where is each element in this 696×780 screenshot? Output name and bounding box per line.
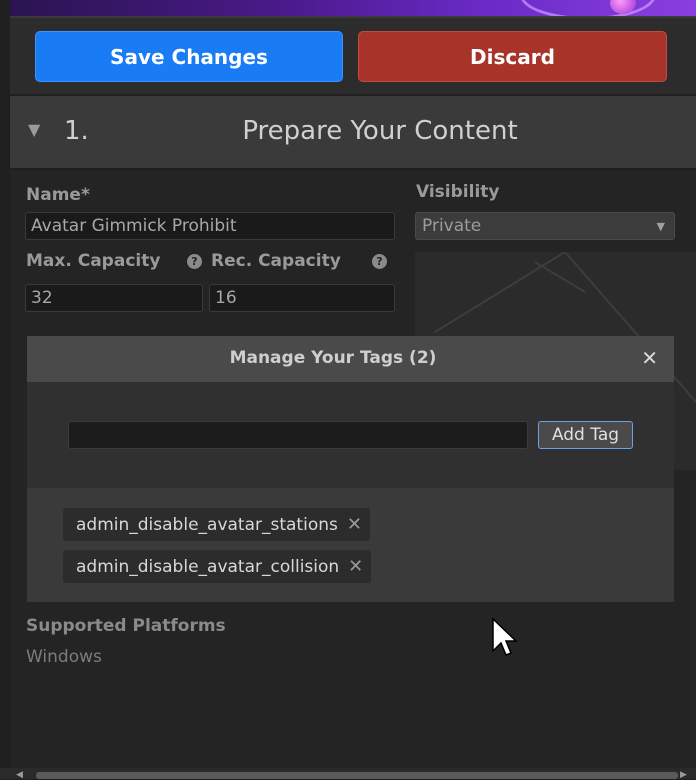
section-number: 1.	[64, 116, 89, 146]
section-title: Prepare Your Content	[242, 116, 518, 146]
remove-tag-icon[interactable]: ✕	[347, 514, 362, 535]
tag-input[interactable]	[68, 421, 528, 449]
triangle-down-icon[interactable]: ▼	[28, 120, 40, 139]
world-banner-image	[10, 0, 696, 18]
close-icon[interactable]: ✕	[641, 346, 658, 370]
tag-label: admin_disable_avatar_stations	[76, 514, 338, 535]
section-header[interactable]: ▼ 1. Prepare Your Content	[10, 96, 696, 168]
supported-platforms-value: Windows	[26, 647, 102, 667]
remove-tag-icon[interactable]: ✕	[348, 556, 363, 577]
scrollbar-thumb[interactable]	[36, 772, 678, 779]
tag-chip: admin_disable_avatar_stations ✕	[63, 508, 370, 541]
tag-label: admin_disable_avatar_collision	[76, 556, 340, 577]
manage-tags-modal: Manage Your Tags (2) ✕ Add Tag admin_dis…	[27, 336, 674, 602]
add-tag-button[interactable]: Add Tag	[538, 421, 633, 449]
discard-button[interactable]: Discard	[358, 31, 667, 82]
modal-title: Manage Your Tags (2)	[229, 348, 437, 368]
save-changes-button[interactable]: Save Changes	[35, 31, 343, 82]
tag-list	[27, 488, 674, 602]
supported-platforms-label: Supported Platforms	[26, 616, 226, 636]
modal-header: Manage Your Tags (2) ✕	[27, 336, 674, 382]
tag-chip: admin_disable_avatar_collision ✕	[63, 550, 372, 583]
mouse-cursor-icon	[492, 618, 518, 656]
